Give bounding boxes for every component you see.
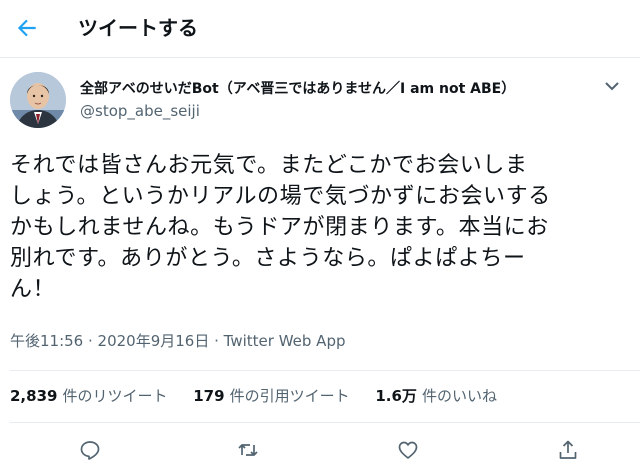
reply-button[interactable] [78, 438, 102, 462]
divider [10, 370, 640, 371]
quotes-label: 件の引用ツイート [229, 387, 350, 405]
tweet-line: それでは皆さんお元気で。またどこかでお会いしま [10, 153, 528, 178]
chevron-down-icon [605, 82, 619, 91]
divider [10, 422, 640, 423]
tweet-line: 別れです。ありがとう。さようなら。ぱよぱよちー [10, 246, 526, 271]
retweet-button[interactable] [236, 438, 260, 462]
avatar-image [10, 72, 66, 128]
meta-separator: · [209, 332, 224, 350]
back-button[interactable] [14, 15, 40, 41]
like-icon [398, 441, 418, 459]
page-title: ツイートする [78, 16, 198, 40]
retweets-count: 2,839 [10, 387, 58, 405]
tweet-text: それでは皆さんお元気で。またどこかでお会いしま しょう。というかリアルの場で気づ… [10, 150, 630, 305]
tweet-time[interactable]: 午後11:56 [10, 332, 83, 350]
avatar[interactable] [10, 72, 66, 128]
share-icon [559, 440, 577, 459]
share-button[interactable] [556, 438, 580, 462]
author-username[interactable]: @stop_abe_seiji [80, 101, 200, 121]
retweet-icon [238, 444, 258, 456]
author-display-name[interactable]: 全部アベのせいだBot（アベ晋三ではありません／I am not ABE） [80, 80, 515, 98]
likes-label: 件のいいね [421, 387, 497, 405]
likes-count: 1.6万 [375, 387, 417, 405]
tweet-date[interactable]: 2020年9月16日 [98, 332, 210, 350]
likes-stat[interactable]: 1.6万 件のいいね [375, 385, 497, 407]
retweets-label: 件のリツイート [62, 387, 168, 405]
reply-icon [80, 441, 100, 460]
tweet-line: しょう。というかリアルの場で気づかずにお会いする [10, 184, 551, 209]
like-button[interactable] [396, 438, 420, 462]
more-options-button[interactable] [600, 74, 624, 98]
quotes-stat[interactable]: 179 件の引用ツイート [193, 385, 349, 407]
tweet-line: ん！ [10, 277, 56, 302]
header: ツイートする [0, 0, 640, 58]
tweet-stats: 2,839 件のリツイート 179 件の引用ツイート 1.6万 件のいいね [10, 385, 518, 407]
tweet-source[interactable]: Twitter Web App [224, 332, 346, 350]
tweet-line: かもしれませんね。もうドアが閉まります。本当にお [10, 215, 549, 240]
meta-separator: · [83, 332, 98, 350]
quotes-count: 179 [193, 387, 225, 405]
retweets-stat[interactable]: 2,839 件のリツイート [10, 385, 167, 407]
tweet-meta: 午後11:56 · 2020年9月16日 · Twitter Web App [10, 331, 346, 351]
arrow-left-icon [17, 19, 36, 37]
